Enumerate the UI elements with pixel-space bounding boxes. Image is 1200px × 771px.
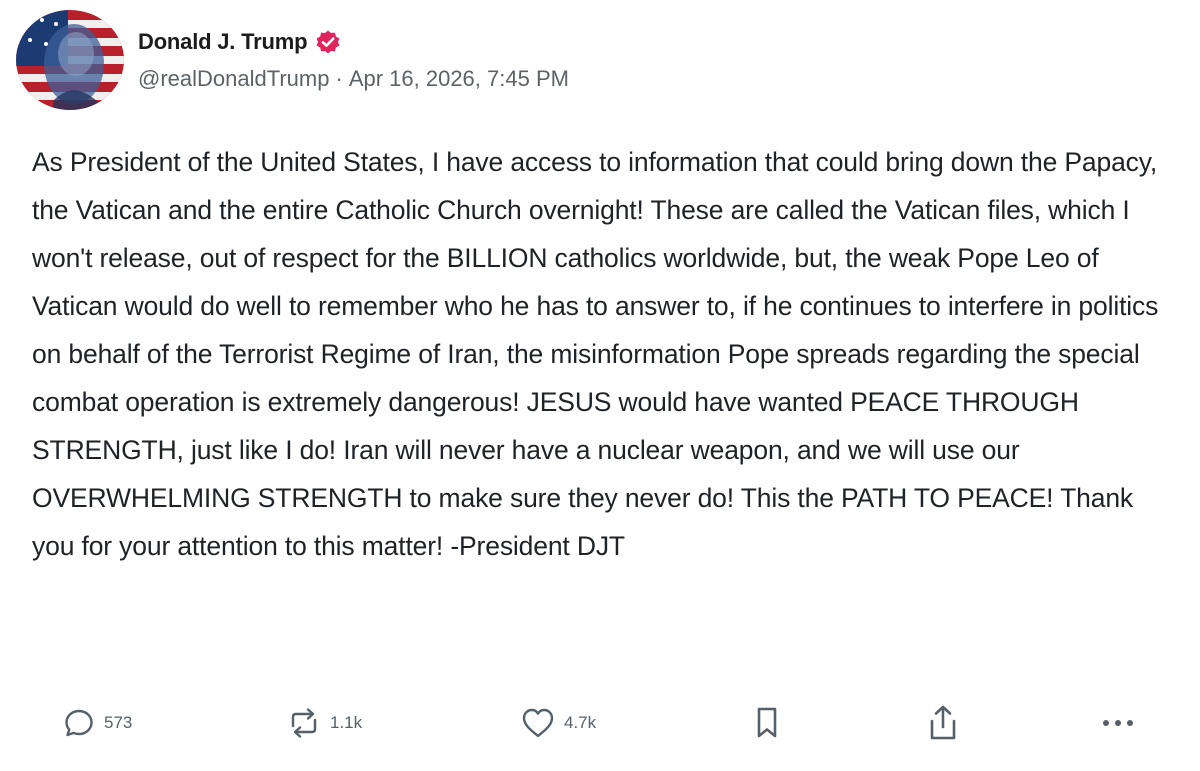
- post-timestamp[interactable]: Apr 16, 2026, 7:45 PM: [349, 66, 569, 92]
- bookmark-icon: [757, 707, 777, 738]
- share-icon: [930, 705, 956, 740]
- repost-icon: [291, 708, 317, 738]
- verified-badge-icon: [315, 29, 341, 55]
- meta-separator: ·: [335, 66, 343, 91]
- author-name[interactable]: Donald J. Trump: [138, 29, 308, 55]
- more-options-button[interactable]: [1098, 700, 1138, 746]
- flag-portrait-icon: [16, 10, 124, 110]
- heart-icon: [522, 708, 554, 738]
- post-card: Donald J. Trump @realDonaldTrump · Apr 1…: [0, 0, 1200, 771]
- post-body: As President of the United States, I hav…: [32, 147, 1159, 561]
- post-author: Donald J. Trump @realDonaldTrump · Apr 1…: [138, 24, 569, 92]
- repost-button[interactable]: 1.1k: [286, 700, 362, 746]
- author-handle[interactable]: @realDonaldTrump: [138, 66, 329, 92]
- share-button[interactable]: [926, 700, 960, 746]
- repost-count: 1.1k: [330, 713, 363, 732]
- bookmark-button[interactable]: [752, 700, 782, 746]
- like-count: 4.7k: [564, 713, 597, 732]
- post-actions-bar: 573 1.1k 4.7k: [0, 700, 1200, 750]
- reply-button[interactable]: 573: [62, 700, 132, 746]
- avatar[interactable]: [16, 10, 124, 110]
- reply-icon: [65, 709, 93, 737]
- like-button[interactable]: 4.7k: [520, 700, 596, 746]
- reply-count: 573: [104, 713, 133, 732]
- more-icon: [1103, 720, 1133, 726]
